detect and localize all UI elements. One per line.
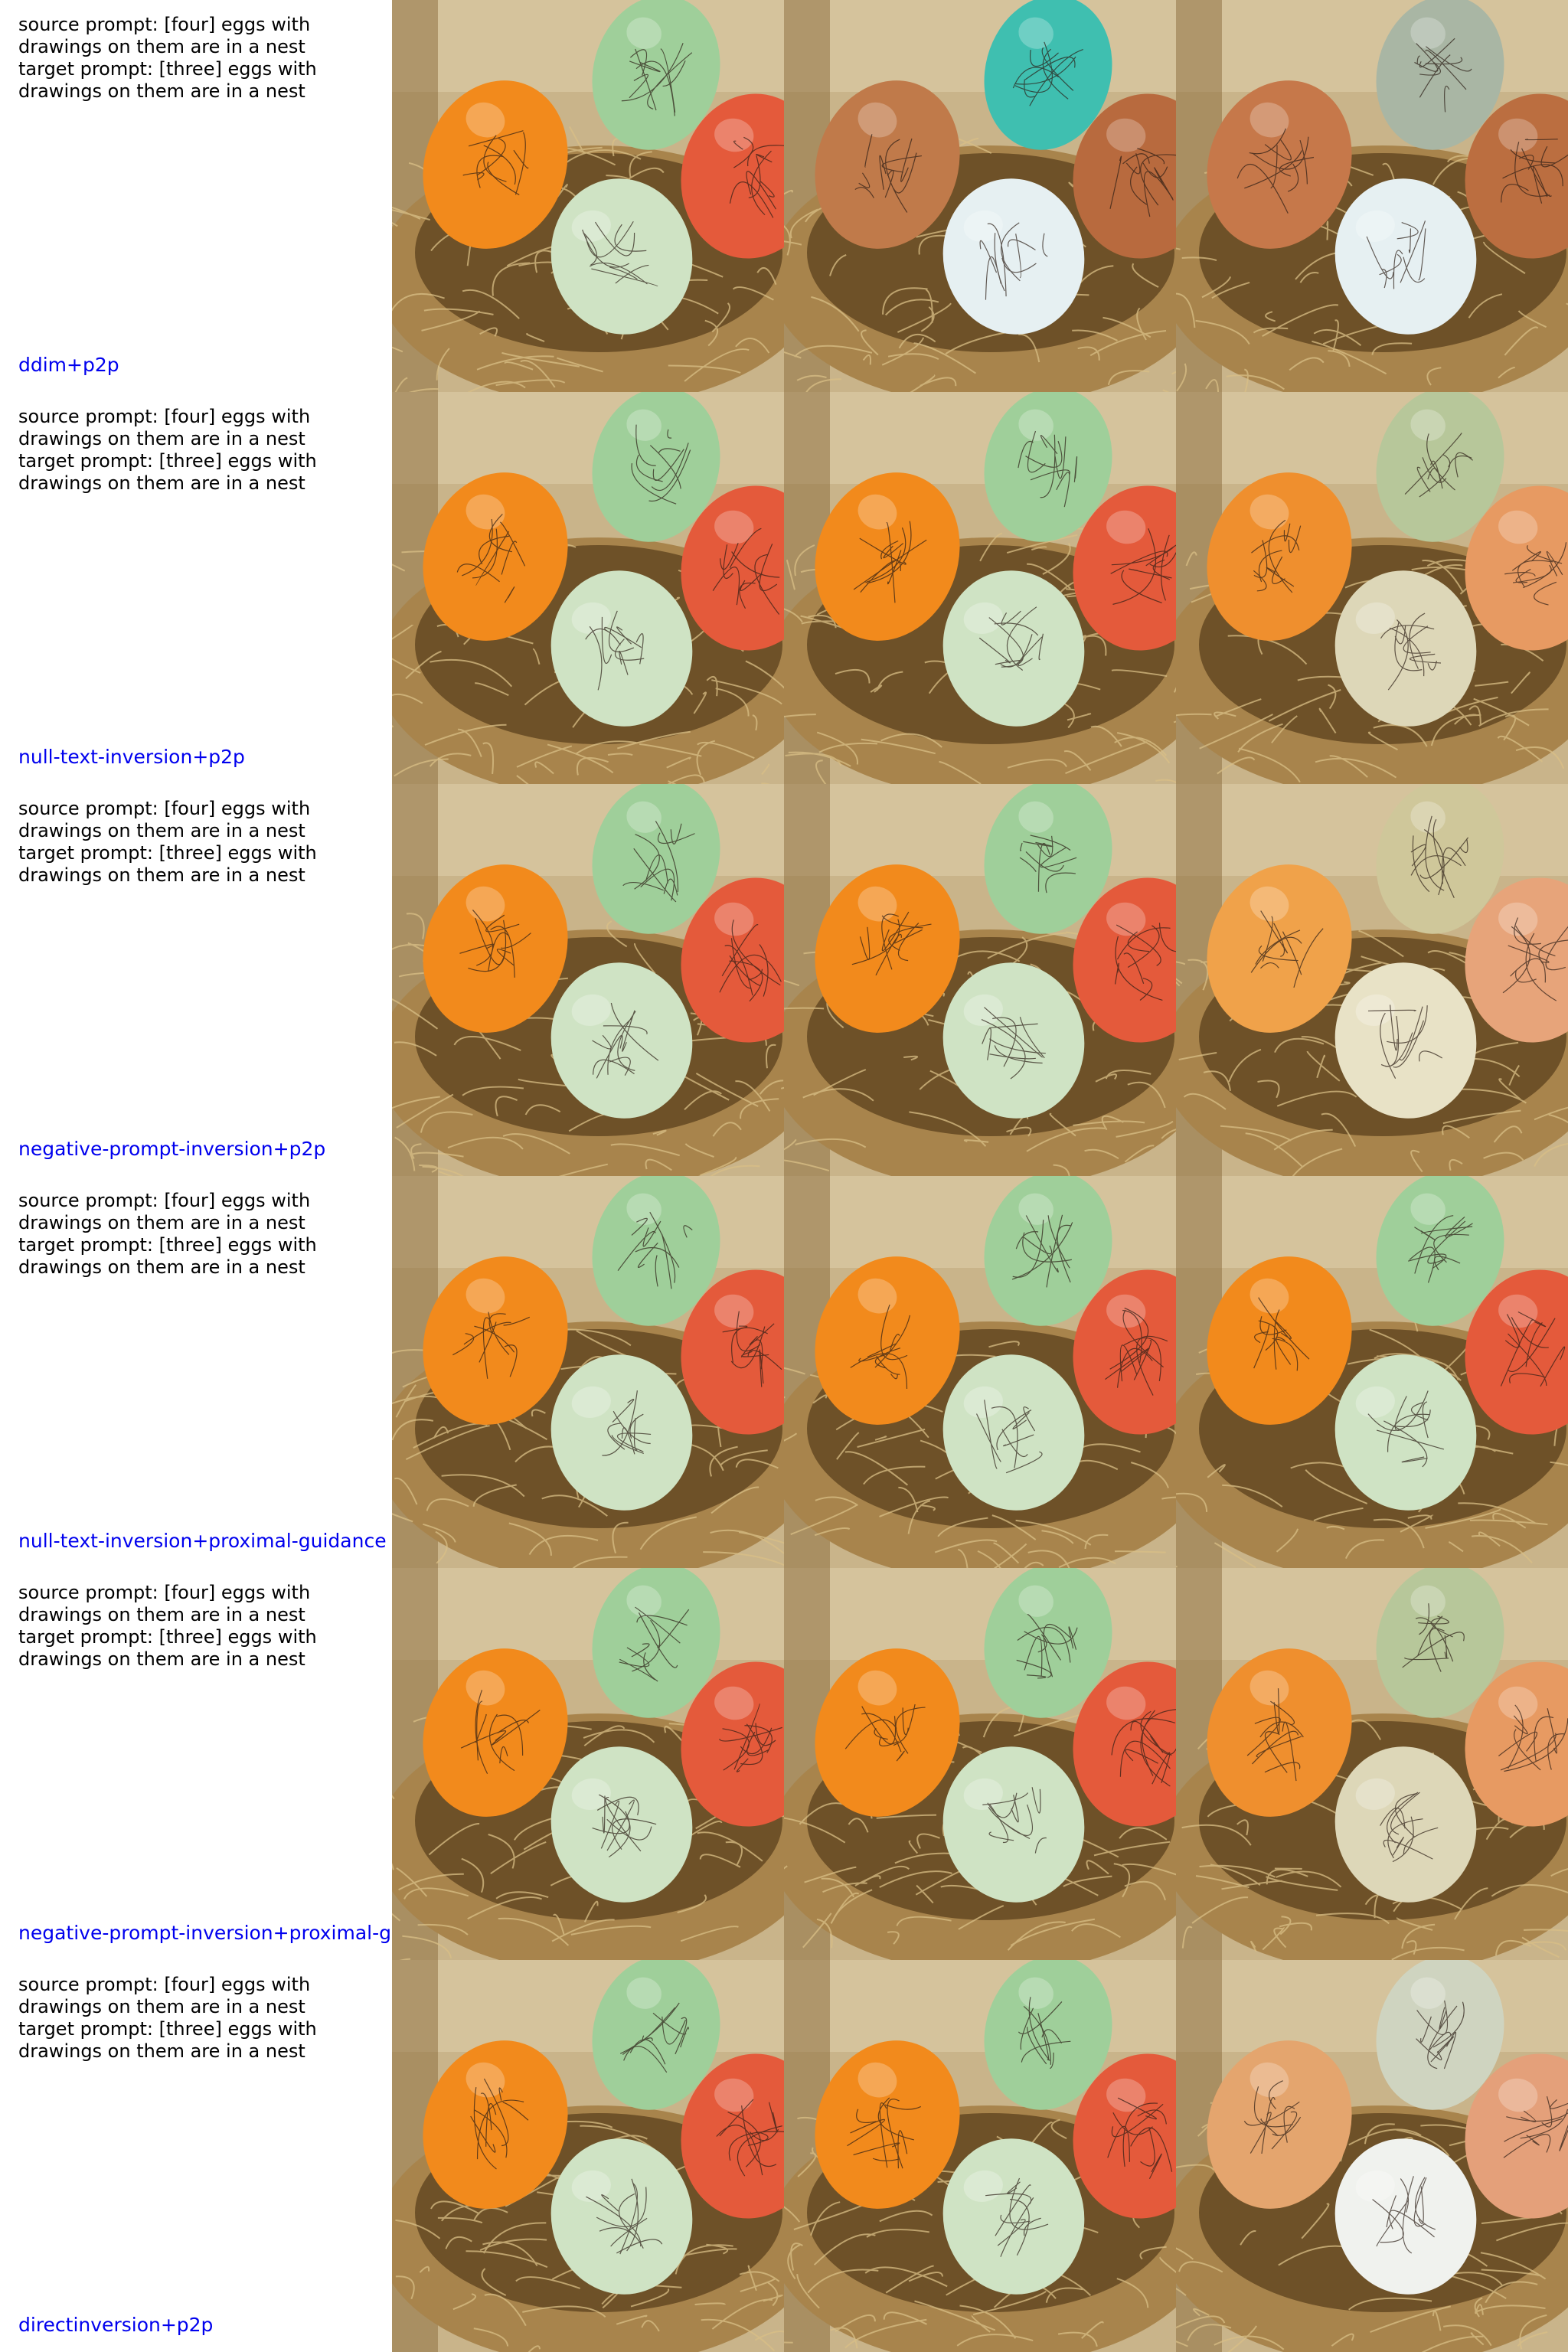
reconstructed-image xyxy=(784,1176,1176,1568)
prompt-text: source prompt: [four] eggs with drawings… xyxy=(18,406,355,495)
target-prompt: target prompt: [three] eggs with drawing… xyxy=(18,1234,317,1278)
reconstructed-image xyxy=(784,1568,1176,1960)
target-prompt: target prompt: [three] eggs with drawing… xyxy=(18,842,317,886)
method-label: negative-prompt-inversion+proximal-guida… xyxy=(18,1922,392,1944)
comparison-row: source prompt: [four] eggs with drawings… xyxy=(0,0,1568,392)
egg-nest-image xyxy=(784,392,1176,784)
source-prompt: source prompt: [four] eggs with drawings… xyxy=(18,798,311,841)
target-prompt: target prompt: [three] eggs with drawing… xyxy=(18,1626,317,1670)
egg-nest-image xyxy=(392,1568,784,1960)
comparison-row: source prompt: [four] eggs with drawings… xyxy=(0,1176,1568,1568)
prompt-text: source prompt: [four] eggs with drawings… xyxy=(18,14,355,103)
method-label: ddim+p2p xyxy=(18,354,119,376)
method-label: null-text-inversion+proximal-guidance xyxy=(18,1530,387,1552)
row-label-panel: source prompt: [four] eggs with drawings… xyxy=(0,1960,392,2352)
prompt-text: source prompt: [four] eggs with drawings… xyxy=(18,1190,355,1279)
comparison-row: source prompt: [four] eggs with drawings… xyxy=(0,1960,1568,2352)
method-label: negative-prompt-inversion+p2p xyxy=(18,1138,326,1160)
egg-nest-image xyxy=(784,1960,1176,2352)
egg-nest-image xyxy=(1176,784,1568,1176)
source-prompt: source prompt: [four] eggs with drawings… xyxy=(18,1974,311,2017)
egg-nest-image xyxy=(784,1176,1176,1568)
egg-nest-image xyxy=(392,0,784,392)
source-image xyxy=(392,784,784,1176)
reconstructed-image xyxy=(784,1960,1176,2352)
target-prompt: target prompt: [three] eggs with drawing… xyxy=(18,450,317,494)
prompt-text: source prompt: [four] eggs with drawings… xyxy=(18,1582,355,1671)
source-image xyxy=(392,1960,784,2352)
row-label-panel: source prompt: [four] eggs with drawings… xyxy=(0,0,392,392)
target-prompt: target prompt: [three] eggs with drawing… xyxy=(18,2018,317,2062)
row-label-panel: source prompt: [four] eggs with drawings… xyxy=(0,392,392,784)
egg-nest-image xyxy=(392,1176,784,1568)
egg-nest-image xyxy=(392,392,784,784)
comparison-grid: source prompt: [four] eggs with drawings… xyxy=(0,0,1568,2352)
comparison-row: source prompt: [four] eggs with drawings… xyxy=(0,1568,1568,1960)
source-image xyxy=(392,0,784,392)
egg-nest-image xyxy=(784,1568,1176,1960)
source-prompt: source prompt: [four] eggs with drawings… xyxy=(18,1582,311,1625)
reconstructed-image xyxy=(784,392,1176,784)
egg-nest-image xyxy=(1176,1176,1568,1568)
source-image xyxy=(392,392,784,784)
comparison-row: source prompt: [four] eggs with drawings… xyxy=(0,784,1568,1176)
prompt-text: source prompt: [four] eggs with drawings… xyxy=(18,1974,355,2063)
egg-nest-image xyxy=(784,0,1176,392)
egg-nest-image xyxy=(1176,1568,1568,1960)
row-label-panel: source prompt: [four] eggs with drawings… xyxy=(0,1176,392,1568)
egg-nest-image xyxy=(1176,392,1568,784)
method-label: directinversion+p2p xyxy=(18,2314,214,2336)
egg-nest-image xyxy=(784,784,1176,1176)
source-prompt: source prompt: [four] eggs with drawings… xyxy=(18,14,311,57)
method-label: null-text-inversion+p2p xyxy=(18,746,245,768)
edited-image xyxy=(1176,784,1568,1176)
egg-nest-image xyxy=(1176,1960,1568,2352)
edited-image xyxy=(1176,1176,1568,1568)
edited-image xyxy=(1176,392,1568,784)
reconstructed-image xyxy=(784,784,1176,1176)
egg-nest-image xyxy=(392,1960,784,2352)
source-image xyxy=(392,1176,784,1568)
source-prompt: source prompt: [four] eggs with drawings… xyxy=(18,406,311,449)
target-prompt: target prompt: [three] eggs with drawing… xyxy=(18,58,317,102)
source-image xyxy=(392,1568,784,1960)
egg-nest-image xyxy=(1176,0,1568,392)
edited-image xyxy=(1176,0,1568,392)
row-label-panel: source prompt: [four] eggs with drawings… xyxy=(0,1568,392,1960)
prompt-text: source prompt: [four] eggs with drawings… xyxy=(18,798,355,887)
source-prompt: source prompt: [four] eggs with drawings… xyxy=(18,1190,311,1233)
row-label-panel: source prompt: [four] eggs with drawings… xyxy=(0,784,392,1176)
comparison-row: source prompt: [four] eggs with drawings… xyxy=(0,392,1568,784)
reconstructed-image xyxy=(784,0,1176,392)
edited-image xyxy=(1176,1568,1568,1960)
edited-image xyxy=(1176,1960,1568,2352)
egg-nest-image xyxy=(392,784,784,1176)
